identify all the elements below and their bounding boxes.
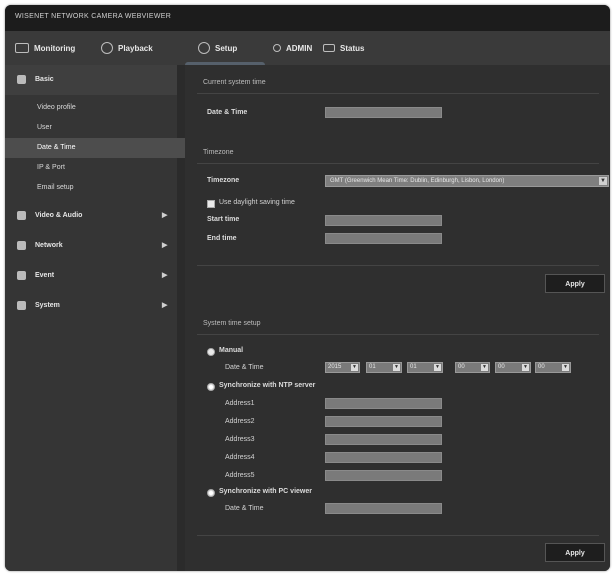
monitor-icon bbox=[15, 43, 29, 53]
video-audio-icon bbox=[17, 211, 26, 220]
system-gear-icon bbox=[17, 301, 26, 310]
chevron-right-icon: ▶ bbox=[162, 272, 168, 279]
address3-field[interactable] bbox=[325, 434, 442, 445]
pc-label: Synchronize with PC viewer bbox=[219, 488, 312, 495]
sidebar-item-date-time[interactable]: Date & Time bbox=[5, 138, 209, 158]
start-time-field[interactable] bbox=[325, 215, 442, 226]
status-icon bbox=[323, 44, 335, 52]
chevron-down-icon: ▼ bbox=[434, 364, 441, 371]
nav-monitoring[interactable]: Monitoring bbox=[15, 31, 75, 65]
year-select[interactable]: 2015 ▼ bbox=[325, 362, 360, 373]
sidebar-item-user[interactable]: User bbox=[5, 118, 209, 138]
main-content: Current system time Date & Time Timezone… bbox=[185, 65, 610, 571]
network-icon bbox=[17, 241, 26, 250]
setup-gear-icon bbox=[198, 42, 210, 54]
nav-monitoring-label: Monitoring bbox=[34, 43, 76, 53]
sidebar-header[interactable]: Basic bbox=[5, 65, 177, 95]
hour-select[interactable]: 00 ▼ bbox=[455, 362, 490, 373]
nav-setup[interactable]: Setup bbox=[198, 31, 237, 65]
address4-label: Address4 bbox=[225, 454, 255, 461]
address3-label: Address3 bbox=[225, 436, 255, 443]
day-select[interactable]: 01 ▼ bbox=[407, 362, 443, 373]
playback-icon bbox=[101, 42, 113, 54]
address2-field[interactable] bbox=[325, 416, 442, 427]
sidebar-header-label: Basic bbox=[5, 66, 207, 94]
section-title-system-time-setup: System time setup bbox=[203, 320, 261, 327]
nav-user[interactable]: ADMIN bbox=[273, 31, 312, 65]
current-date-time-field bbox=[325, 107, 442, 118]
chevron-right-icon: ▶ bbox=[162, 242, 168, 249]
divider bbox=[197, 265, 599, 266]
dst-label: Use daylight saving time bbox=[219, 199, 295, 206]
pc-date-time-field bbox=[325, 503, 442, 514]
user-icon bbox=[273, 44, 281, 52]
chevron-right-icon: ▶ bbox=[162, 212, 168, 219]
basic-icon bbox=[17, 75, 26, 84]
apply-button[interactable]: Apply bbox=[545, 543, 605, 562]
timezone-select[interactable]: GMT (Greenwich Mean Time: Dublin, Edinbu… bbox=[325, 175, 609, 187]
sidebar-item-video-audio[interactable]: Video & Audio ▶ bbox=[5, 202, 207, 230]
divider bbox=[197, 535, 599, 536]
address1-field[interactable] bbox=[325, 398, 442, 409]
top-nav: Monitoring Playback Setup ADMIN Status bbox=[5, 31, 610, 91]
start-time-label: Start time bbox=[207, 216, 240, 223]
nav-status-label: Status bbox=[340, 43, 365, 53]
nav-setup-label: Setup bbox=[215, 43, 238, 53]
divider bbox=[197, 93, 599, 94]
section-title-timezone: Timezone bbox=[203, 149, 234, 156]
title-bar: WISENET NETWORK CAMERA WEBVIEWER bbox=[5, 5, 610, 31]
chevron-down-icon: ▼ bbox=[393, 364, 400, 371]
end-time-label: End time bbox=[207, 235, 237, 242]
pc-radio[interactable] bbox=[207, 489, 215, 497]
address2-label: Address2 bbox=[225, 418, 255, 425]
timezone-label: Timezone bbox=[207, 177, 240, 184]
chevron-down-icon: ▼ bbox=[351, 364, 358, 371]
sidebar: Basic Video profile User Date & Time IP … bbox=[5, 65, 209, 571]
end-time-field[interactable] bbox=[325, 233, 442, 244]
manual-radio[interactable] bbox=[207, 348, 215, 356]
address1-label: Address1 bbox=[225, 400, 255, 407]
minute-select[interactable]: 00 ▼ bbox=[495, 362, 531, 373]
address4-field[interactable] bbox=[325, 452, 442, 463]
current-date-time-label: Date & Time bbox=[207, 109, 248, 116]
month-select[interactable]: 01 ▼ bbox=[366, 362, 402, 373]
sidebar-item-ip-port[interactable]: IP & Port bbox=[5, 158, 209, 178]
address5-label: Address5 bbox=[225, 472, 255, 479]
chevron-right-icon: ▶ bbox=[162, 302, 168, 309]
manual-label: Manual bbox=[219, 347, 244, 354]
second-select[interactable]: 00 ▼ bbox=[535, 362, 571, 373]
sidebar-item-event[interactable]: Event ▶ bbox=[5, 262, 207, 290]
dst-checkbox[interactable] bbox=[207, 200, 215, 208]
section-title-current-time: Current system time bbox=[203, 79, 266, 86]
chevron-down-icon: ▼ bbox=[599, 177, 607, 185]
app-title: WISENET NETWORK CAMERA WEBVIEWER bbox=[15, 13, 172, 20]
nav-playback[interactable]: Playback bbox=[101, 31, 153, 65]
apply-button[interactable]: Apply bbox=[545, 274, 605, 293]
sidebar-item-video-profile[interactable]: Video profile bbox=[5, 98, 209, 118]
sidebar-item-email-setup[interactable]: Email setup bbox=[5, 178, 209, 198]
ntp-label: Synchronize with NTP server bbox=[219, 382, 316, 389]
nav-user-label: ADMIN bbox=[286, 43, 313, 53]
nav-playback-label: Playback bbox=[118, 43, 153, 53]
address5-field[interactable] bbox=[325, 470, 442, 481]
timezone-value: GMT (Greenwich Mean Time: Dublin, Edinbu… bbox=[330, 178, 505, 184]
divider bbox=[197, 334, 599, 335]
sidebar-item-network[interactable]: Network ▶ bbox=[5, 232, 207, 260]
divider bbox=[197, 163, 599, 164]
chevron-down-icon: ▼ bbox=[481, 364, 488, 371]
ntp-radio[interactable] bbox=[207, 383, 215, 391]
sidebar-item-system[interactable]: System ▶ bbox=[5, 292, 207, 320]
manual-date-time-label: Date & Time bbox=[225, 364, 264, 371]
event-icon bbox=[17, 271, 26, 280]
nav-status[interactable]: Status bbox=[323, 31, 364, 65]
chevron-down-icon: ▼ bbox=[522, 364, 529, 371]
chevron-down-icon: ▼ bbox=[562, 364, 569, 371]
pc-date-time-label: Date & Time bbox=[225, 505, 264, 512]
app-window: WISENET NETWORK CAMERA WEBVIEWER Monitor… bbox=[5, 5, 610, 571]
